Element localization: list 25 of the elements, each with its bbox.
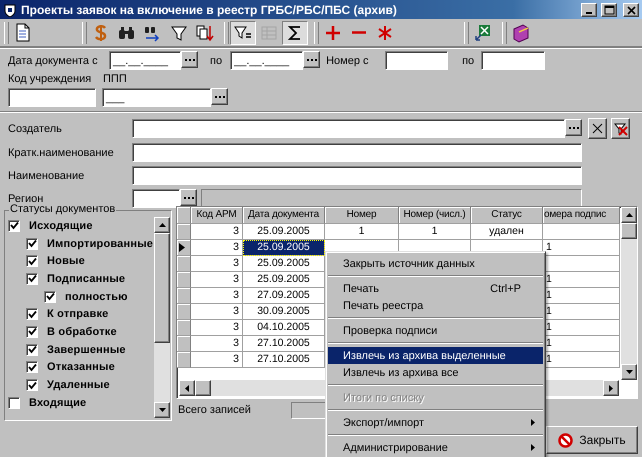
field-label: по bbox=[462, 54, 476, 66]
table-cell: 3 bbox=[191, 352, 243, 368]
table-cell: 3 bbox=[191, 320, 243, 336]
table-cell: 1 bbox=[399, 224, 471, 240]
field-label: Код учреждения bbox=[8, 73, 92, 85]
table-cell: 25.09.2005 bbox=[243, 240, 325, 256]
table-cell: 3 bbox=[191, 336, 243, 352]
table-cell: 1 bbox=[325, 224, 399, 240]
field-label: по bbox=[210, 54, 222, 66]
table-cell: 3 bbox=[191, 256, 243, 272]
field-label: Кратк.наименование bbox=[8, 146, 115, 158]
field-label: Дата документа с bbox=[8, 54, 99, 66]
field-label: Регион bbox=[8, 192, 44, 204]
field-label: Создатель bbox=[8, 122, 63, 134]
table-cell: удален bbox=[471, 224, 543, 240]
table-cell: 3 bbox=[191, 288, 243, 304]
field-label: Номер с bbox=[326, 54, 370, 66]
table-cell: 3 bbox=[191, 224, 243, 240]
window-title: Проекты заявок на включение в реестр ГРБС/РБС/ПБС (архив) bbox=[21, 2, 398, 16]
field-label: Наименование bbox=[8, 170, 86, 182]
group-title: Статусы документов bbox=[9, 203, 116, 215]
table-cell: 3 bbox=[191, 304, 243, 320]
table-cell: 3 bbox=[191, 272, 243, 288]
total-label: Всего записей bbox=[178, 404, 251, 416]
field-label: ППП bbox=[103, 73, 127, 85]
